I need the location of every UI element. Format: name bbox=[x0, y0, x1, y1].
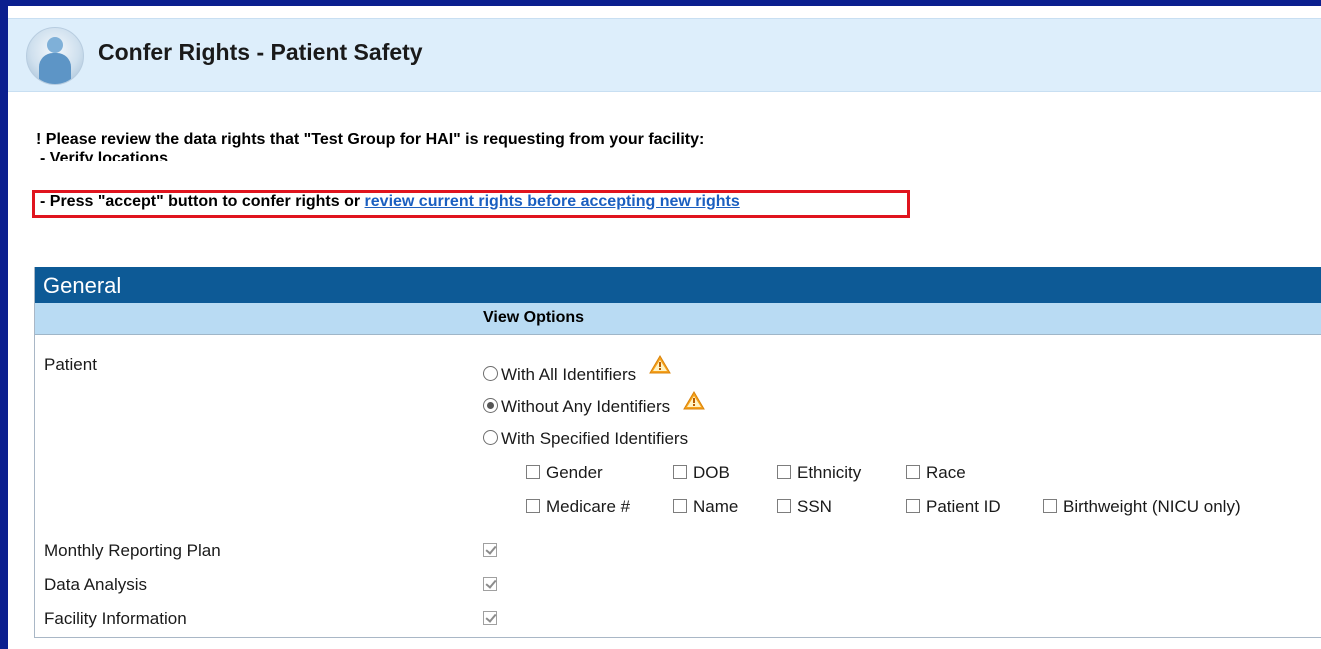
identifier-dob[interactable]: DOB bbox=[673, 463, 730, 483]
checkbox-ssn[interactable] bbox=[777, 499, 791, 513]
checkbox-data-analysis bbox=[483, 577, 497, 591]
radio-with-all[interactable] bbox=[483, 366, 498, 381]
view-options-header: View Options bbox=[483, 309, 585, 326]
warning-icon bbox=[683, 391, 705, 410]
row-label-data-analysis: Data Analysis bbox=[44, 575, 147, 594]
page-title: Confer Rights - Patient Safety bbox=[98, 39, 423, 65]
label-gender: Gender bbox=[546, 463, 603, 482]
page-header: Confer Rights - Patient Safety bbox=[8, 18, 1321, 92]
main-frame: Confer Rights - Patient Safety ! Please … bbox=[8, 6, 1321, 649]
identifier-patient-id[interactable]: Patient ID bbox=[906, 497, 1001, 517]
checkbox-patient-id[interactable] bbox=[906, 499, 920, 513]
row-label-monthly-reporting-plan: Monthly Reporting Plan bbox=[44, 541, 221, 560]
checkbox-ethnicity[interactable] bbox=[777, 465, 791, 479]
identifier-medicare[interactable]: Medicare # bbox=[526, 497, 630, 517]
general-section: General View Options Patient With All Id… bbox=[34, 267, 1321, 638]
checkbox-medicare[interactable] bbox=[526, 499, 540, 513]
label-with-all: With All Identifiers bbox=[501, 365, 637, 384]
clinician-avatar-icon bbox=[26, 27, 84, 85]
label-ethnicity: Ethnicity bbox=[797, 463, 862, 482]
notice-line-request: ! Please review the data rights that "Te… bbox=[36, 131, 705, 148]
checkbox-race[interactable] bbox=[906, 465, 920, 479]
identifier-ssn[interactable]: SSN bbox=[777, 497, 832, 517]
option-with-specified-identifiers[interactable]: With Specified Identifiers bbox=[483, 429, 688, 449]
label-dob: DOB bbox=[693, 463, 730, 482]
identifier-birthweight[interactable]: Birthweight (NICU only) bbox=[1043, 497, 1241, 517]
checkbox-name[interactable] bbox=[673, 499, 687, 513]
label-name: Name bbox=[693, 497, 739, 516]
checkbox-dob[interactable] bbox=[673, 465, 687, 479]
review-rights-link[interactable]: review current rights before accepting n… bbox=[365, 193, 740, 210]
row-label-facility-information: Facility Information bbox=[44, 609, 187, 628]
checkbox-monthly-reporting-plan bbox=[483, 543, 497, 557]
option-with-all-identifiers[interactable]: With All Identifiers bbox=[483, 355, 671, 385]
label-ssn: SSN bbox=[797, 497, 832, 516]
radio-with-specified[interactable] bbox=[483, 430, 498, 445]
label-medicare: Medicare # bbox=[546, 497, 631, 516]
checkbox-facility-information bbox=[483, 611, 497, 625]
column-header: View Options bbox=[35, 303, 1321, 335]
label-birthweight: Birthweight (NICU only) bbox=[1063, 497, 1241, 516]
label-patient-id: Patient ID bbox=[926, 497, 1001, 516]
monthly-reporting-plan-check bbox=[483, 541, 503, 561]
row-label-patient: Patient bbox=[44, 355, 97, 374]
notice-line-accept: - Press "accept" button to confer rights… bbox=[40, 193, 740, 211]
radio-without-any[interactable] bbox=[483, 398, 498, 413]
notice-line-verify: - Verify locations bbox=[40, 150, 169, 161]
checkbox-gender[interactable] bbox=[526, 465, 540, 479]
identifier-gender[interactable]: Gender bbox=[526, 463, 603, 483]
label-without-any: Without Any Identifiers bbox=[501, 397, 671, 416]
warning-icon bbox=[648, 355, 671, 374]
option-without-any-identifiers[interactable]: Without Any Identifiers bbox=[483, 391, 705, 417]
identifier-ethnicity[interactable]: Ethnicity bbox=[777, 463, 861, 483]
facility-information-check bbox=[483, 609, 503, 629]
accept-instruction: - Press "accept" button to confer rights… bbox=[40, 193, 365, 210]
label-race: Race bbox=[926, 463, 966, 482]
checkbox-birthweight[interactable] bbox=[1043, 499, 1057, 513]
section-title: General bbox=[35, 267, 1321, 303]
rights-notice: ! Please review the data rights that "Te… bbox=[36, 130, 704, 161]
label-with-specified: With Specified Identifiers bbox=[501, 429, 689, 448]
identifier-name[interactable]: Name bbox=[673, 497, 738, 517]
data-analysis-check bbox=[483, 575, 503, 595]
identifier-race[interactable]: Race bbox=[906, 463, 966, 483]
